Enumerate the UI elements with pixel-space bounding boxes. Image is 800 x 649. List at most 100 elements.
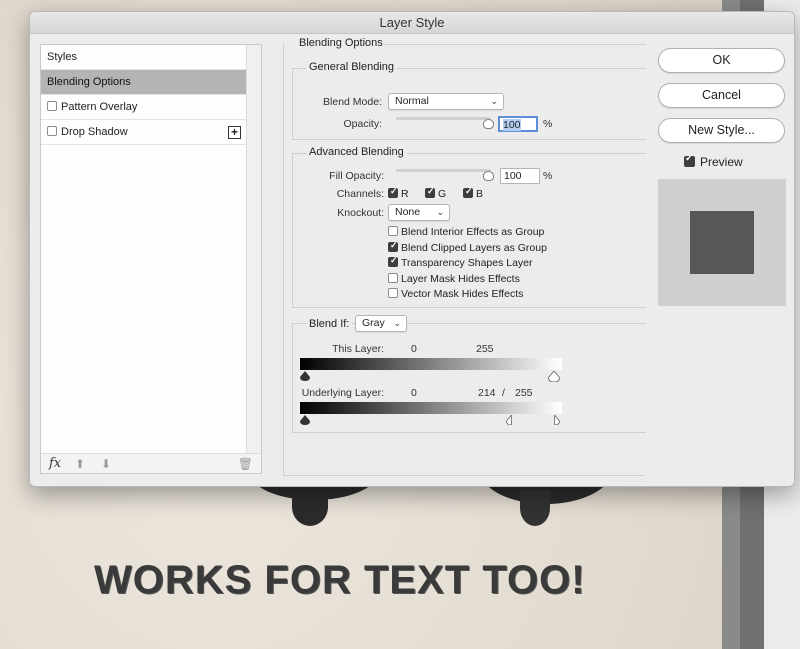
checkbox-checked-icon — [388, 186, 398, 199]
this-layer-white-slider[interactable] — [548, 371, 560, 382]
this-layer-label: This Layer: — [332, 343, 384, 355]
channel-r-label: R — [401, 188, 409, 200]
layer-mask-hides-checkbox[interactable]: Layer Mask Hides Effects — [388, 273, 520, 285]
chevron-down-icon: ⌄ — [393, 318, 401, 328]
styles-scrollbar[interactable] — [246, 45, 261, 453]
blend-if-value: Gray — [362, 317, 385, 329]
underlying-layer-label: Underlying Layer: — [301, 387, 384, 399]
knockout-label: Knockout: — [337, 207, 384, 219]
fill-opacity-input[interactable]: 100 — [500, 168, 540, 184]
checkbox-icon — [388, 288, 398, 299]
underlying-low-value: 0 — [411, 387, 417, 399]
this-layer-high-value: 255 — [476, 343, 494, 355]
underlying-white-slider-right-half[interactable] — [554, 415, 560, 425]
preview-checkbox[interactable]: Preview — [684, 153, 743, 169]
checkbox-checked-icon — [388, 255, 398, 268]
underlying-gradient — [300, 402, 562, 414]
opacity-slider-thumb[interactable] — [483, 119, 494, 129]
fx-menu-button[interactable]: fx — [49, 456, 61, 471]
fill-opacity-percent: % — [543, 170, 553, 182]
checkbox-checked-icon — [388, 240, 398, 253]
style-item-pattern-overlay[interactable]: Pattern Overlay — [41, 95, 247, 120]
vector-mask-hides-checkbox[interactable]: Vector Mask Hides Effects — [388, 288, 523, 300]
opacity-input[interactable]: 100 — [498, 116, 538, 132]
style-item-blending-options[interactable]: Blending Options — [41, 70, 247, 95]
new-style-button[interactable]: New Style... — [658, 118, 785, 143]
underlying-separator: / — [502, 387, 505, 399]
shape-blob-left-tip — [292, 488, 328, 526]
style-item-label: Blending Options — [47, 76, 131, 88]
option-label: Blend Clipped Layers as Group — [401, 242, 547, 254]
channel-g-checkbox[interactable]: G — [425, 186, 447, 200]
pattern-overlay-checkbox[interactable] — [47, 101, 57, 112]
chevron-down-icon: ⌄ — [490, 96, 498, 106]
fill-opacity-slider-thumb[interactable] — [483, 171, 494, 181]
underlying-white-slider-left-half[interactable] — [506, 415, 512, 425]
move-down-icon[interactable]: ⬇ — [101, 457, 111, 471]
checkbox-icon — [388, 273, 398, 284]
checkbox-checked-icon — [425, 186, 435, 199]
preview-thumbnail — [690, 211, 754, 274]
channel-g-label: G — [438, 188, 447, 200]
trash-icon[interactable]: 🗑 — [238, 457, 253, 471]
chevron-down-icon: ⌄ — [436, 207, 444, 217]
opacity-slider-track[interactable] — [396, 117, 491, 120]
blend-interior-effects-checkbox[interactable]: Blend Interior Effects as Group — [388, 226, 544, 238]
option-label: Transparency Shapes Layer — [401, 257, 533, 269]
knockout-value: None — [395, 206, 421, 218]
channel-b-checkbox[interactable]: B — [463, 186, 484, 200]
preview-swatch — [658, 179, 786, 306]
blending-options-panel: Blending Options General Blending Blend … — [283, 37, 646, 476]
opacity-label: Opacity: — [343, 118, 382, 130]
knockout-select[interactable]: None ⌄ — [388, 204, 450, 221]
document-headline: WORKS FOR TEXT TOO! — [94, 558, 586, 602]
channels-label: Channels: — [336, 188, 384, 200]
ok-button[interactable]: OK — [658, 48, 785, 73]
fill-opacity-slider-track[interactable] — [396, 169, 491, 172]
blend-mode-label: Blend Mode: — [323, 96, 382, 108]
underlying-black-slider[interactable] — [300, 415, 310, 425]
move-up-icon[interactable]: ⬆ — [75, 457, 85, 471]
this-layer-gradient — [300, 358, 562, 370]
layer-style-dialog: Layer Style Styles Blending Options Patt… — [29, 11, 795, 487]
this-layer-low-value: 0 — [411, 343, 417, 355]
blend-clipped-layers-checkbox[interactable]: Blend Clipped Layers as Group — [388, 240, 547, 254]
checkbox-checked-icon — [684, 153, 695, 168]
option-label: Blend Interior Effects as Group — [401, 226, 545, 238]
styles-footer: fx ⬆ ⬇ 🗑 — [41, 453, 261, 473]
styles-panel: Styles Blending Options Pattern Overlay … — [40, 44, 262, 474]
style-item-label: Styles — [47, 51, 77, 63]
opacity-value: 100 — [503, 119, 521, 131]
blend-if-group — [292, 323, 646, 433]
drop-shadow-checkbox[interactable] — [47, 126, 57, 137]
checkbox-checked-icon — [463, 186, 473, 199]
add-drop-shadow-button[interactable]: + — [228, 126, 241, 139]
style-item-label: Drop Shadow — [61, 126, 128, 138]
general-blending-title: General Blending — [306, 61, 398, 73]
advanced-blending-title: Advanced Blending — [306, 146, 407, 158]
preview-label: Preview — [700, 155, 743, 169]
opacity-percent: % — [543, 118, 553, 130]
section-divider — [384, 44, 646, 45]
channel-r-checkbox[interactable]: R — [388, 186, 409, 200]
option-label: Layer Mask Hides Effects — [401, 273, 520, 285]
style-item-styles[interactable]: Styles — [41, 45, 247, 70]
shape-blob-right-tip — [520, 490, 550, 526]
blend-mode-value: Normal — [395, 95, 429, 107]
option-label: Vector Mask Hides Effects — [401, 288, 524, 300]
checkbox-icon — [388, 226, 398, 237]
blend-mode-select[interactable]: Normal ⌄ — [388, 93, 504, 110]
style-item-label: Pattern Overlay — [61, 101, 138, 113]
underlying-high-value: 255 — [515, 387, 533, 399]
styles-list: Styles Blending Options Pattern Overlay … — [41, 45, 247, 145]
blend-if-label: Blend If: — [306, 318, 353, 330]
underlying-split-value: 214 — [478, 387, 496, 399]
cancel-button[interactable]: Cancel — [658, 83, 785, 108]
blending-options-title: Blending Options — [296, 37, 386, 49]
dialog-title: Layer Style — [30, 12, 794, 34]
blend-if-select[interactable]: Gray ⌄ — [355, 315, 407, 332]
this-layer-black-slider[interactable] — [300, 371, 310, 381]
style-item-drop-shadow[interactable]: Drop Shadow + — [41, 120, 247, 145]
transparency-shapes-checkbox[interactable]: Transparency Shapes Layer — [388, 255, 533, 269]
channel-b-label: B — [476, 188, 484, 200]
